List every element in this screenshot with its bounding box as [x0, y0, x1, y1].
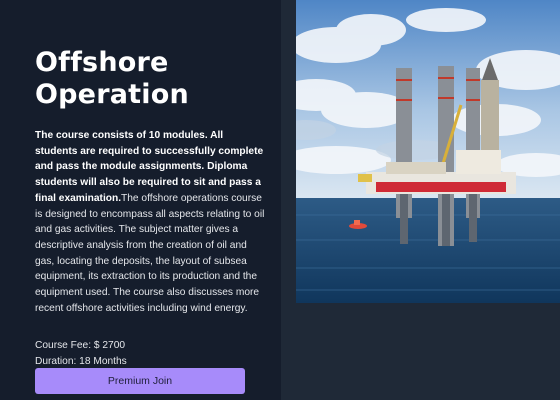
course-description-body: The offshore operations course is design…: [35, 192, 265, 314]
course-duration: Duration: 18 Months: [35, 356, 127, 367]
premium-join-button[interactable]: Premium Join: [35, 368, 245, 394]
oil-rig-illustration: [296, 0, 560, 303]
course-fee: Course Fee: $ 2700: [35, 340, 126, 351]
course-info-panel: Offshore Operation The course consists o…: [0, 0, 281, 400]
offshore-rig-image: [296, 0, 560, 303]
course-title: Offshore Operation: [35, 47, 189, 110]
image-panel: [281, 0, 560, 400]
course-description: The course consists of 10 modules. All s…: [35, 128, 267, 316]
